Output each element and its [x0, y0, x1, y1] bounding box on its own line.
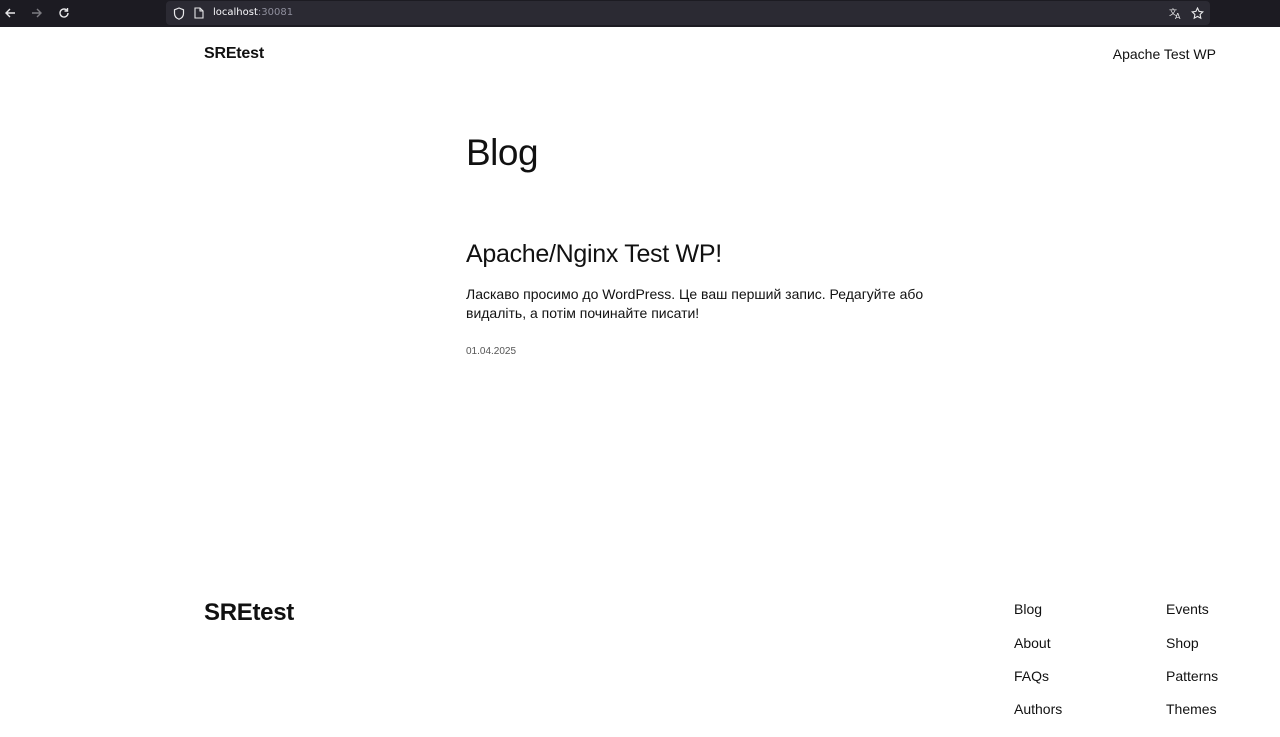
browser-toolbar: localhost:30081 文A — [0, 0, 1280, 27]
svg-text:A: A — [1175, 12, 1181, 20]
url-port: :30081 — [257, 7, 294, 18]
forward-arrow-icon[interactable] — [27, 4, 47, 22]
footer-link-events[interactable]: Events — [1166, 601, 1209, 617]
reload-icon[interactable] — [54, 4, 74, 22]
footer-link-authors[interactable]: Authors — [1014, 701, 1062, 717]
star-icon[interactable] — [1188, 4, 1206, 22]
post-excerpt: Ласкаво просимо до WordPress. Це ваш пер… — [466, 286, 924, 321]
footer-link-themes[interactable]: Themes — [1166, 701, 1217, 717]
footer-link-about[interactable]: About — [1014, 635, 1051, 651]
post-date[interactable]: 01.04.2025 — [466, 346, 516, 357]
page-icon[interactable] — [191, 5, 207, 21]
address-bar[interactable]: localhost:30081 文A — [166, 1, 1210, 25]
translate-icon[interactable]: 文A — [1167, 4, 1185, 22]
site-title[interactable]: SREtest — [204, 45, 264, 63]
url-text[interactable]: localhost:30081 — [213, 6, 293, 20]
footer-site-title[interactable]: SREtest — [204, 599, 294, 627]
footer-link-patterns[interactable]: Patterns — [1166, 668, 1218, 684]
footer-link-blog[interactable]: Blog — [1014, 601, 1042, 617]
page-title: Blog — [466, 132, 539, 173]
post-title[interactable]: Apache/Nginx Test WP! — [466, 240, 722, 269]
url-host: localhost — [213, 7, 258, 18]
back-arrow-icon[interactable] — [0, 4, 20, 22]
footer-link-faqs[interactable]: FAQs — [1014, 668, 1049, 684]
shield-icon[interactable] — [171, 5, 187, 21]
nav-link-apache-test-wp[interactable]: Apache Test WP — [1113, 46, 1216, 62]
footer-link-shop[interactable]: Shop — [1166, 635, 1199, 651]
